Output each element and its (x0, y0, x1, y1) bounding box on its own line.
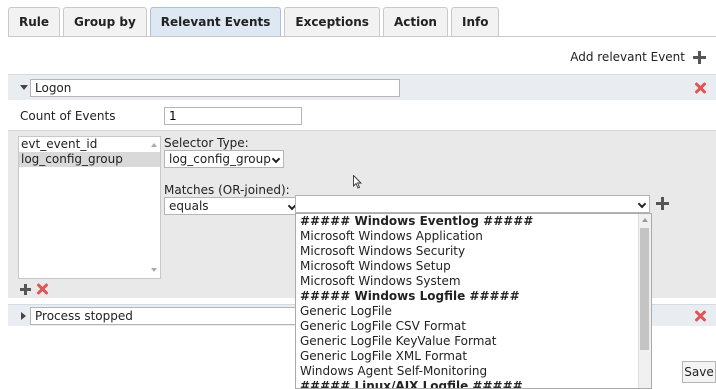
tab-info[interactable]: Info (450, 7, 500, 37)
dropdown-group-header[interactable]: ##### Linux/AIX Logfile ##### (296, 379, 651, 388)
save-button[interactable]: Save (682, 361, 716, 383)
delete-event-icon-2[interactable] (694, 310, 706, 322)
tab-divider (8, 36, 716, 37)
scroll-up-icon[interactable] (151, 143, 157, 147)
chevron-down-icon (271, 154, 281, 164)
match-operator-select[interactable]: equals (164, 197, 300, 215)
add-field-plus-icon[interactable] (20, 283, 31, 295)
match-value-select[interactable] (295, 195, 650, 213)
tab-group-by[interactable]: Group by (63, 7, 147, 37)
tab-rule[interactable]: Rule (8, 7, 61, 37)
event-header-logon (8, 74, 716, 100)
selector-type-value: log_config_group (169, 152, 271, 166)
collapse-caret-icon[interactable] (20, 85, 28, 90)
dropdown-option[interactable]: Microsoft Windows Application (296, 229, 651, 244)
tab-action[interactable]: Action (382, 7, 448, 37)
dropdown-option[interactable]: Microsoft Windows System (296, 274, 651, 289)
field-item-selected[interactable]: log_config_group (19, 152, 160, 167)
mouse-cursor-icon (353, 175, 363, 189)
dropdown-option[interactable]: Generic LogFile (296, 304, 651, 319)
expand-caret-icon[interactable] (21, 312, 26, 320)
scroll-down-icon[interactable] (151, 268, 157, 272)
dropdown-option[interactable]: Microsoft Windows Security (296, 244, 651, 259)
tab-bar: Rule Group by Relevant Events Exceptions… (8, 7, 502, 37)
matches-label: Matches (OR-joined): (164, 183, 290, 197)
scrollbar-thumb[interactable] (640, 228, 649, 350)
event-name-input[interactable] (30, 79, 400, 97)
add-relevant-event-label[interactable]: Add relevant Event (570, 50, 685, 64)
match-value-dropdown-list[interactable]: ##### Windows Eventlog ##### Microsoft Wi… (295, 213, 652, 389)
add-event-plus-icon[interactable] (693, 50, 706, 64)
count-row: Count of Events (8, 100, 716, 130)
field-item[interactable]: evt_event_id (19, 137, 160, 152)
dropdown-option[interactable]: Generic LogFile CSV Format (296, 319, 651, 334)
fields-list[interactable]: evt_event_id log_config_group (18, 136, 161, 279)
dropdown-group-header[interactable]: ##### Windows Eventlog ##### (296, 214, 651, 229)
add-relevant-event-bar: Add relevant Event (570, 50, 706, 64)
selector-type-label: Selector Type: (164, 136, 249, 150)
count-of-events-label: Count of Events (20, 109, 116, 123)
add-match-plus-icon[interactable] (656, 197, 669, 210)
delete-event-icon[interactable] (694, 82, 706, 94)
dropdown-option[interactable]: Generic LogFile KeyValue Format (296, 334, 651, 349)
count-of-events-input[interactable] (164, 107, 302, 125)
dropdown-option[interactable]: Microsoft Windows Setup (296, 259, 651, 274)
chevron-down-icon (637, 199, 647, 209)
selector-type-select[interactable]: log_config_group (164, 150, 284, 168)
dropdown-option[interactable]: Generic LogFile XML Format (296, 349, 651, 364)
dropdown-group-header[interactable]: ##### Windows Logfile ##### (296, 289, 651, 304)
dropdown-option[interactable]: Windows Agent Self-Monitoring (296, 364, 651, 379)
tab-exceptions[interactable]: Exceptions (284, 7, 380, 37)
remove-field-icon[interactable] (36, 283, 48, 295)
tab-relevant-events[interactable]: Relevant Events (149, 7, 282, 37)
dropdown-scrollbar[interactable] (638, 214, 651, 388)
field-tools (20, 283, 48, 295)
scroll-up-icon[interactable] (642, 218, 648, 222)
match-operator-value: equals (169, 199, 209, 213)
